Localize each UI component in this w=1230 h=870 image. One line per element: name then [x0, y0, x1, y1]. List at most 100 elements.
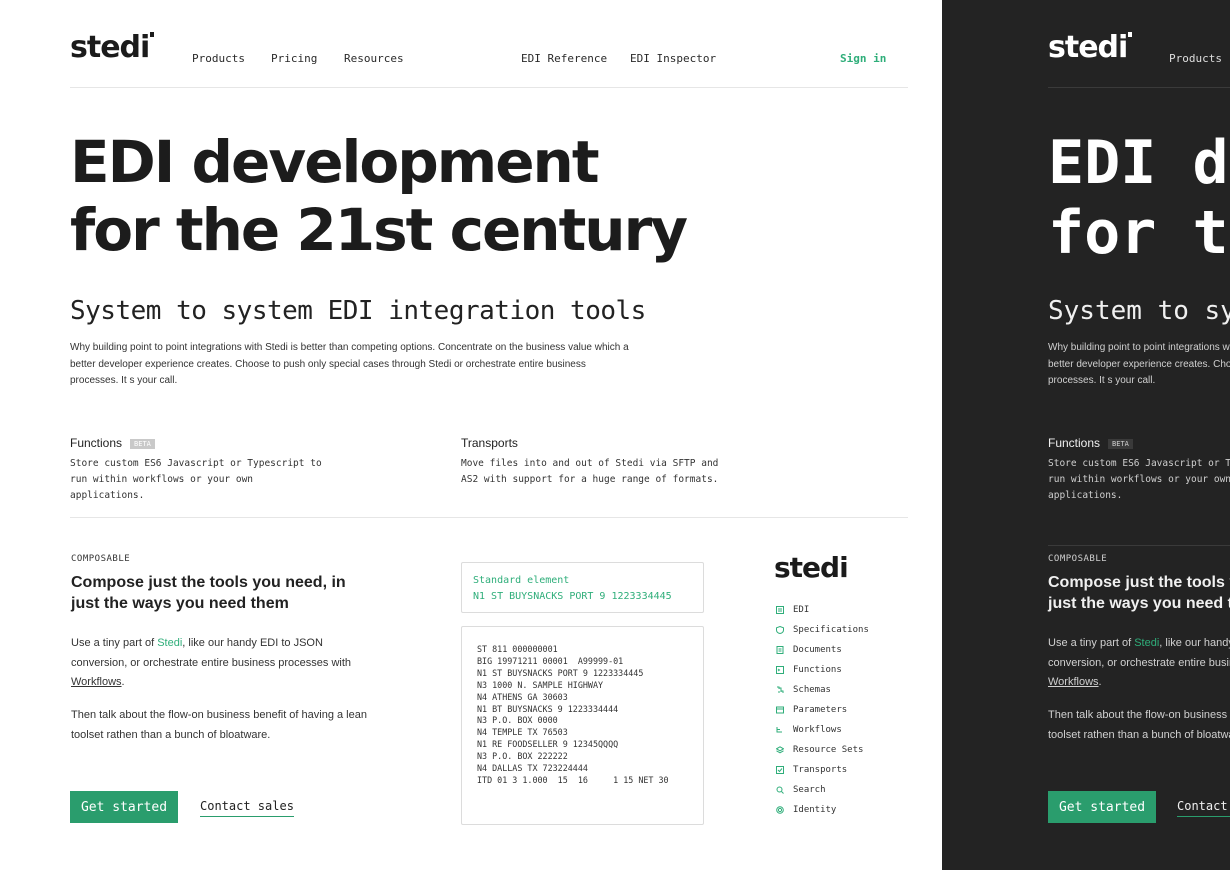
edi-code-line: N3 P.O. BOX 0000: [477, 715, 558, 726]
stedi-link-dark[interactable]: Stedi: [1134, 637, 1159, 649]
hero-intro: Why building point to point integrations…: [70, 342, 629, 386]
hero-title-line2-dark: for the 21st century: [1048, 198, 1230, 268]
edi-code-line: N1 BT BUYSNACKS 9 1223334444: [477, 703, 619, 714]
nav-pricing[interactable]: Pricing: [271, 52, 317, 65]
header-divider: [70, 87, 908, 88]
product-menu-item-specifications[interactable]: Specifications: [776, 620, 869, 640]
composable-heading-dark: Compose just the tools you need, in just…: [1048, 574, 1230, 612]
nav-resources[interactable]: Resources: [344, 52, 404, 65]
feature-functions-desc: Store custom ES6 Javascript or Typescrip…: [70, 458, 322, 501]
get-started-button[interactable]: Get started: [70, 791, 178, 823]
layers-icon: [776, 746, 784, 754]
edi-code-line: BIG 19971211 00001 A99999-01: [477, 655, 624, 666]
section-divider-dark: [1048, 545, 1230, 546]
product-menu-item-identity[interactable]: Identity: [776, 800, 869, 820]
product-menu-item-transports[interactable]: Transports: [776, 760, 869, 780]
stedi-link[interactable]: Stedi: [157, 637, 182, 649]
product-menu-item-workflows[interactable]: Workflows: [776, 720, 869, 740]
nav-edi-reference[interactable]: EDI Reference: [521, 52, 607, 65]
edi-code-line: N3 1000 N. SAMPLE HIGHWAY: [477, 679, 604, 690]
product-menu-item-search[interactable]: Search: [776, 780, 869, 800]
workflow-icon: [776, 726, 784, 734]
hero-intro-dark: Why building point to point integrations…: [1048, 342, 1230, 386]
feature-functions-desc-dark: Store custom ES6 Javascript or Typescrip…: [1048, 458, 1230, 501]
hero-title-line2: for the 21st century: [70, 196, 688, 264]
hero-title-line1-dark: EDI development: [1048, 128, 1230, 198]
workflows-link[interactable]: Workflows: [71, 676, 122, 688]
product-menu-label: Documents: [793, 645, 842, 655]
feature-transports-desc: Move files into and out of Stedi via SFT…: [461, 458, 719, 485]
fingerprint-icon: [776, 806, 784, 814]
product-menu-item-parameters[interactable]: Parameters: [776, 700, 869, 720]
edi-icon: [776, 606, 784, 614]
edi-code-line: N4 TEMPLE TX 76503: [477, 727, 568, 738]
search-icon: [776, 786, 784, 794]
product-menu-item-functions[interactable]: Functions: [776, 660, 869, 680]
product-menu-label: Identity: [793, 805, 837, 815]
edi-code-line: N4 ATHENS GA 30603: [477, 691, 568, 702]
header-divider-dark: [1048, 87, 1230, 88]
product-menu-label: EDI: [793, 605, 810, 615]
feature-functions-title: Functions BETA: [70, 436, 155, 450]
beta-badge: BETA: [130, 438, 155, 449]
product-menu-label: Search: [793, 785, 826, 795]
standard-element-value: N1 ST BUYSNACKS PORT 9 1223334445: [473, 591, 672, 602]
nav-products[interactable]: Products: [192, 52, 245, 65]
feature-functions-label: Functions: [70, 436, 123, 450]
composable-paragraph-2-dark: Then talk about the flow-on business ben…: [1048, 709, 1230, 741]
edi-code-line: N4 DALLAS TX 723224444: [477, 763, 588, 774]
hero-subtitle-dark: System to system EDI integration tools: [1048, 296, 1230, 326]
composable-eyebrow-dark: COMPOSABLE: [1048, 554, 1108, 564]
composable-heading: Compose just the tools you need, in just…: [71, 574, 346, 612]
composable-paragraph-2: Then talk about the flow-on business ben…: [71, 709, 367, 741]
stedi-logo[interactable]: stedi: [70, 30, 155, 65]
standard-element-label: Standard element: [473, 575, 570, 586]
composable-paragraph-1: Use a tiny part of Stedi, like our handy…: [71, 637, 352, 688]
nav-edi-inspector[interactable]: EDI Inspector: [630, 52, 716, 65]
shield-icon: [776, 626, 784, 634]
product-menu-item-resource-sets[interactable]: Resource Sets: [776, 740, 869, 760]
edi-code-line: ST 811 000000001: [477, 644, 558, 654]
sign-in-link[interactable]: Sign in: [840, 52, 886, 65]
product-menu-item-documents[interactable]: Documents: [776, 640, 869, 660]
composable-paragraph-1-dark: Use a tiny part of Stedi, like our handy…: [1048, 637, 1230, 688]
parameters-icon: [776, 706, 784, 714]
feature-functions-label-dark: Functions: [1048, 436, 1101, 450]
edi-code-line: N3 P.O. BOX 222222: [477, 751, 568, 762]
get-started-button-dark[interactable]: Get started: [1048, 791, 1156, 823]
contact-sales-link[interactable]: Contact sales: [200, 799, 294, 817]
edi-code-line: N1 ST BUYSNACKS PORT 9 1223334445: [477, 667, 644, 678]
product-menu-label: Transports: [793, 765, 848, 775]
hero-title-dark: EDI development for the 21st century: [1048, 128, 1230, 268]
product-menu-label: Resource Sets: [793, 745, 864, 755]
product-menu-label: Schemas: [793, 685, 831, 695]
hero-subtitle: System to system EDI integration tools: [70, 296, 646, 326]
product-menu-label: Functions: [793, 665, 842, 675]
light-theme-panel: stedi Products Pricing Resources EDI Ref…: [0, 0, 942, 870]
terminal-icon: [776, 666, 784, 674]
composable-eyebrow: COMPOSABLE: [71, 554, 131, 564]
dark-theme-panel: stedi Products EDI development for the 2…: [942, 0, 1230, 870]
transport-icon: [776, 766, 784, 774]
product-menu-item-schemas[interactable]: Schemas: [776, 680, 869, 700]
beta-badge-dark: BETA: [1108, 438, 1133, 449]
edi-code-block: ST 811 000000001 BIG 19971211 00001 A9999…: [461, 626, 704, 825]
sidebar-stedi-logo: stedi: [774, 551, 849, 584]
nav-products-dark[interactable]: Products: [1169, 52, 1222, 65]
product-menu: EDI Specifications Documents Functions Schem…: [776, 600, 869, 820]
feature-functions-title-dark: Functions BETA: [1048, 436, 1133, 450]
product-menu-label: Parameters: [793, 705, 848, 715]
product-menu-label: Workflows: [793, 725, 842, 735]
document-icon: [776, 646, 784, 654]
contact-sales-link-dark[interactable]: Contact sales: [1177, 799, 1230, 817]
feature-transports-title: Transports: [461, 436, 518, 450]
edi-code-line: N1 RE FOODSELLER 9 12345QQQQ: [477, 739, 619, 750]
hero-title-line1: EDI development: [70, 128, 600, 196]
hero-title: EDI development for the 21st century: [70, 128, 688, 264]
edi-code-line: ITD 01 3 1.000 15 16 1 15 NET 30: [477, 774, 669, 785]
workflows-link-dark[interactable]: Workflows: [1048, 676, 1099, 688]
product-menu-label: Specifications: [793, 625, 869, 635]
standard-element-card: Standard element N1 ST BUYSNACKS PORT 9 …: [461, 562, 704, 613]
product-menu-item-edi[interactable]: EDI: [776, 600, 869, 620]
stedi-logo-dark[interactable]: stedi: [1048, 30, 1133, 65]
